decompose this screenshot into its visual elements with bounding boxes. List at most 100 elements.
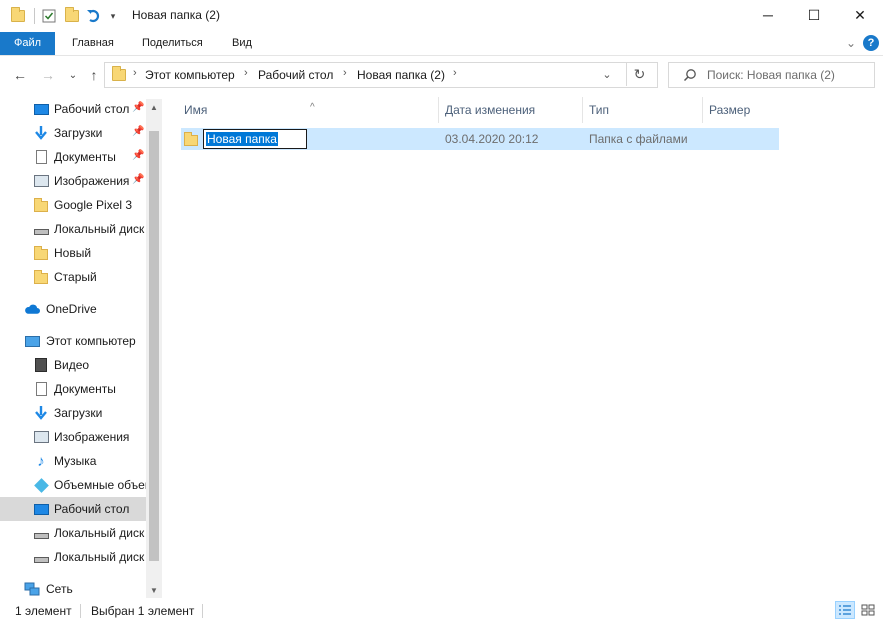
downloads-icon xyxy=(33,125,49,141)
column-header-name[interactable]: Имя ^ xyxy=(178,97,439,123)
breadcrumb-separator[interactable]: › xyxy=(343,67,347,79)
tab-view[interactable]: Вид xyxy=(218,32,266,55)
column-label: Дата изменения xyxy=(445,103,536,117)
breadcrumb-current-folder[interactable]: Новая папка (2) xyxy=(357,68,445,82)
navigation-pane: Рабочий стол 📌 Загрузки 📌 Документы 📌 Из… xyxy=(0,93,162,598)
nav-item-label: Старый xyxy=(54,270,97,284)
scrollbar-thumb[interactable] xyxy=(149,131,159,561)
status-bar: 1 элемент Выбран 1 элемент xyxy=(0,598,883,623)
nav-item-video[interactable]: Видео xyxy=(0,353,146,377)
nav-item-label: Изображения xyxy=(54,430,130,444)
file-list: Имя ^ Дата изменения Тип Размер Новая па… xyxy=(170,93,883,598)
pin-icon[interactable]: 📌 xyxy=(132,126,144,137)
pin-icon[interactable]: 📌 xyxy=(132,174,144,185)
column-header-date[interactable]: Дата изменения xyxy=(439,97,583,123)
nav-item-local-disk[interactable]: Локальный диск xyxy=(0,217,146,241)
folder-icon xyxy=(33,197,49,213)
breadcrumb-desktop[interactable]: Рабочий стол xyxy=(258,68,333,82)
address-bar[interactable]: › Этот компьютер › Рабочий стол › Новая … xyxy=(104,62,658,88)
file-type: Папка с файлами xyxy=(589,132,688,146)
nav-item-label: OneDrive xyxy=(46,302,97,316)
column-label: Тип xyxy=(589,103,610,117)
table-row[interactable]: Новая папка 03.04.2020 20:12 Папка с фай… xyxy=(181,128,779,150)
back-button[interactable]: ← xyxy=(10,65,30,85)
breadcrumb-separator[interactable]: › xyxy=(244,67,248,79)
minimize-button[interactable]: ─ xyxy=(745,0,791,30)
refresh-button[interactable]: ↻ xyxy=(626,62,652,86)
nav-item-desktop-selected[interactable]: Рабочий стол xyxy=(0,497,146,521)
search-input[interactable] xyxy=(707,66,867,84)
sort-ascending-icon: ^ xyxy=(310,102,315,113)
help-icon[interactable]: ? xyxy=(863,35,879,51)
ribbon-collapse-icon[interactable]: ⌄ xyxy=(843,35,859,51)
scroll-down-icon[interactable]: ▼ xyxy=(146,582,162,598)
column-header-size[interactable]: Размер xyxy=(703,97,783,123)
nav-item-label: Рабочий стол xyxy=(54,502,130,516)
maximize-button[interactable]: ☐ xyxy=(791,0,837,30)
nav-item-downloads[interactable]: Загрузки 📌 xyxy=(0,121,146,145)
folder-icon xyxy=(184,132,198,146)
nav-item-old[interactable]: Старый xyxy=(0,265,146,289)
large-icons-view-icon[interactable] xyxy=(858,601,878,619)
music-icon: ♪ xyxy=(37,452,45,470)
nav-item-this-pc[interactable]: Этот компьютер xyxy=(0,329,146,353)
search-box[interactable] xyxy=(668,62,875,88)
pictures-icon xyxy=(33,429,49,445)
nav-item-downloads[interactable]: Загрузки xyxy=(0,401,146,425)
nav-item-new[interactable]: Новый xyxy=(0,241,146,265)
rename-input[interactable]: Новая папка xyxy=(203,129,307,149)
pin-icon[interactable]: 📌 xyxy=(132,150,144,161)
folder-icon xyxy=(33,245,49,261)
nav-item-google-pixel[interactable]: Google Pixel 3 xyxy=(0,193,146,217)
properties-icon[interactable] xyxy=(40,7,58,25)
new-folder-icon[interactable] xyxy=(64,7,80,25)
customize-toolbar-icon[interactable]: ▾ xyxy=(106,7,120,25)
nav-item-onedrive[interactable]: OneDrive xyxy=(0,297,146,321)
nav-item-music[interactable]: ♪ Музыка xyxy=(0,449,146,473)
folder-icon xyxy=(10,7,26,25)
scroll-up-icon[interactable]: ▲ xyxy=(146,99,162,115)
nav-item-label: Сеть xyxy=(46,582,73,596)
nav-item-label: Изображения xyxy=(54,174,130,188)
nav-item-pictures[interactable]: Изображения xyxy=(0,425,146,449)
drive-icon xyxy=(33,221,49,237)
nav-item-label: Объемные объекты xyxy=(54,478,146,492)
close-button[interactable]: ✕ xyxy=(837,0,883,30)
nav-item-label: Этот компьютер xyxy=(46,334,136,348)
address-history-dropdown[interactable]: ⌄ xyxy=(596,62,618,86)
nav-item-3d-objects[interactable]: Объемные объекты xyxy=(0,473,146,497)
nav-item-label: Новый xyxy=(54,246,92,260)
details-view-icon[interactable] xyxy=(835,601,855,619)
pin-icon[interactable]: 📌 xyxy=(132,102,144,113)
cloud-icon xyxy=(24,301,40,317)
tab-home[interactable]: Главная xyxy=(58,32,128,55)
recent-locations-button[interactable]: ⌄ xyxy=(63,65,83,85)
nav-item-pictures[interactable]: Изображения 📌 xyxy=(0,169,146,193)
up-button[interactable]: ↑ xyxy=(84,65,104,85)
breadcrumb-this-pc[interactable]: Этот компьютер xyxy=(145,68,235,82)
breadcrumb-separator[interactable]: › xyxy=(133,67,137,79)
nav-item-documents[interactable]: Документы xyxy=(0,377,146,401)
nav-item-network[interactable]: Сеть xyxy=(0,577,146,598)
desktop-icon xyxy=(33,501,49,517)
nav-pane-scrollbar[interactable]: ▲ ▼ xyxy=(146,99,162,598)
nav-item-label: Загрузки xyxy=(54,406,103,420)
column-header-type[interactable]: Тип xyxy=(583,97,703,123)
nav-item-desktop[interactable]: Рабочий стол 📌 xyxy=(0,97,146,121)
tab-file[interactable]: Файл xyxy=(0,32,56,55)
nav-item-local-disk-d[interactable]: Локальный диск xyxy=(0,545,146,569)
breadcrumb-separator[interactable]: › xyxy=(453,67,457,79)
nav-item-documents[interactable]: Документы 📌 xyxy=(0,145,146,169)
pictures-icon xyxy=(33,173,49,189)
item-count: 1 элемент xyxy=(15,604,72,618)
nav-item-label: Загрузки xyxy=(54,126,103,140)
nav-item-label: Документы xyxy=(54,382,116,396)
nav-item-label: Рабочий стол xyxy=(54,102,130,116)
documents-icon xyxy=(33,149,49,165)
ribbon: Файл Главная Поделиться Вид ⌄ ? xyxy=(0,32,883,56)
undo-icon[interactable] xyxy=(85,7,103,25)
forward-button[interactable]: → xyxy=(38,65,58,85)
nav-item-local-disk-c[interactable]: Локальный диск xyxy=(0,521,146,545)
drive-icon xyxy=(33,549,49,565)
tab-share[interactable]: Поделиться xyxy=(128,32,217,55)
